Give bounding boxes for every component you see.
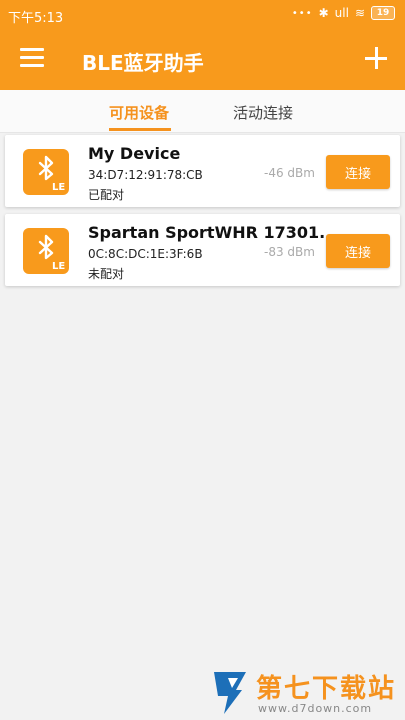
battery-icon: 19 [371, 6, 395, 20]
connect-button[interactable]: 连接 [326, 234, 390, 268]
more-notifications-icon: ••• [291, 7, 313, 19]
device-card[interactable]: LE Spartan SportWHR 17301... 0C:8C:DC:1E… [5, 214, 400, 286]
watermark: 第七下载站 www.d7down.com [208, 664, 398, 720]
svg-text:LE: LE [52, 261, 65, 272]
bluetooth-status-icon: ✱ [318, 6, 329, 20]
pair-status: 已配对 [88, 188, 125, 202]
plus-icon[interactable] [361, 43, 391, 73]
device-name: My Device [88, 144, 181, 163]
status-time: 下午5:13 [8, 11, 64, 26]
tab-indicator [109, 128, 171, 131]
pair-status: 未配对 [88, 267, 125, 281]
watermark-url: www.d7down.com [258, 702, 373, 715]
watermark-title: 第七下载站 [256, 674, 397, 704]
status-icons: ••• ✱ ull ≋ 19 [292, 6, 395, 20]
device-rssi: -83 dBm [264, 245, 315, 259]
tab-bar: 可用设备 活动连接 [0, 90, 405, 133]
device-card[interactable]: LE My Device 34:D7:12:91:78:CB 已配对 -46 d… [5, 135, 400, 207]
watermark-logo-icon [208, 668, 252, 716]
status-bar: 下午5:13 ••• ✱ ull ≋ 19 [0, 0, 405, 30]
signal-icon: ull [334, 6, 349, 20]
bluetooth-le-icon: LE [23, 149, 69, 195]
connect-button[interactable]: 连接 [326, 155, 390, 189]
app-title: BLE蓝牙助手 [82, 51, 204, 75]
device-rssi: -46 dBm [264, 166, 315, 180]
svg-text:LE: LE [52, 182, 65, 193]
tab-available-devices[interactable]: 可用设备 [109, 102, 169, 123]
bluetooth-le-icon: LE [23, 228, 69, 274]
wifi-icon: ≋ [354, 6, 365, 20]
device-mac: 0C:8C:DC:1E:3F:6B [88, 247, 203, 261]
device-name: Spartan SportWHR 17301... [88, 223, 338, 242]
device-mac: 34:D7:12:91:78:CB [88, 168, 203, 182]
tab-active-connections[interactable]: 活动连接 [233, 102, 293, 123]
app-bar: BLE蓝牙助手 [0, 30, 405, 90]
hamburger-menu-icon[interactable] [20, 48, 44, 72]
